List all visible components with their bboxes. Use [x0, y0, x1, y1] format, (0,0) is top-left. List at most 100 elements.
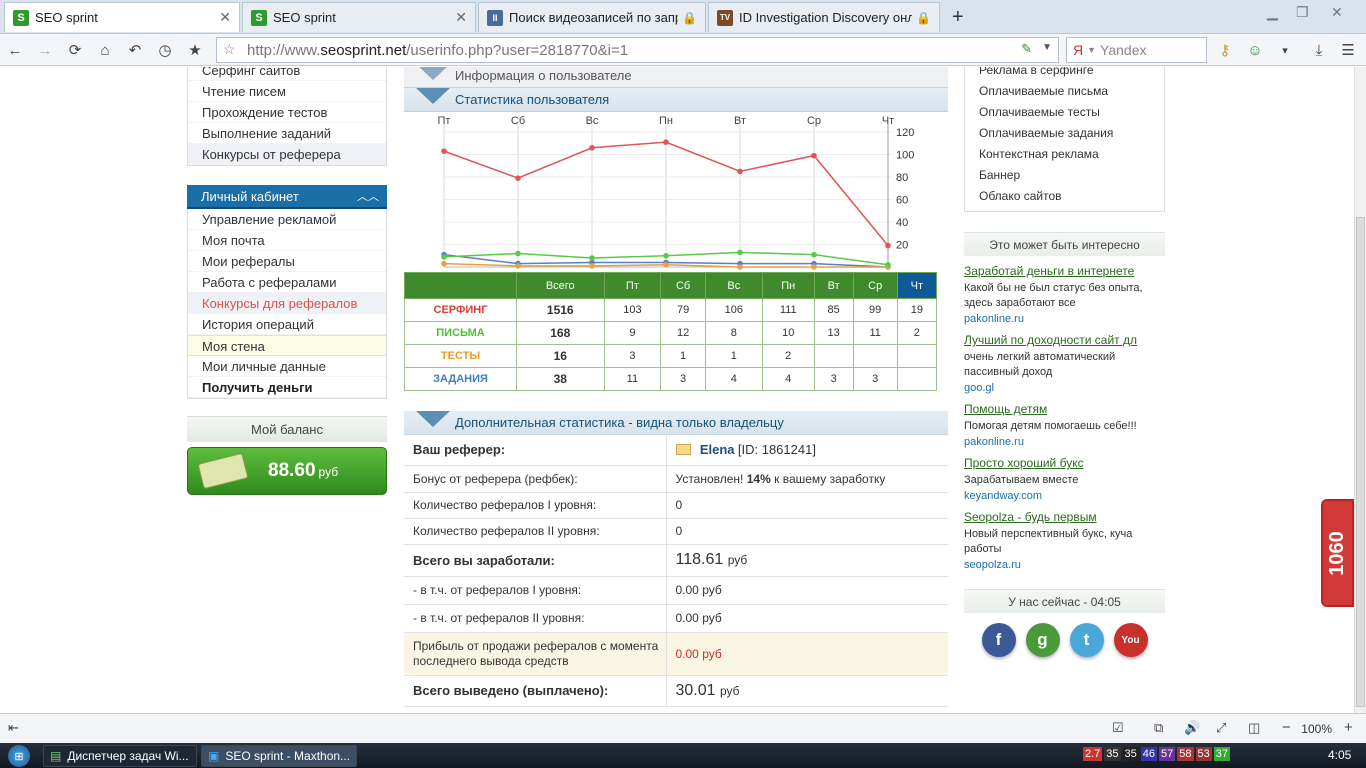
task-manager-icon: ▤: [50, 749, 62, 763]
cabinet-title: Личный кабинет: [201, 189, 299, 204]
tab-seo-sprint-1[interactable]: S SEO sprint ✕: [4, 2, 240, 32]
start-windows-icon[interactable]: ⊞: [8, 745, 30, 767]
reload-icon[interactable]: ⟳: [65, 40, 85, 60]
data-point: [441, 148, 447, 154]
ad-title-link[interactable]: Лучший по доходности сайт дл: [964, 333, 1165, 347]
ad-site[interactable]: pakonline.ru: [964, 436, 1165, 448]
ad-site[interactable]: goo.gl: [964, 382, 1165, 394]
ad-title-link[interactable]: Помощь детям: [964, 402, 1165, 416]
ad-title-link[interactable]: Seopolza - будь первым: [964, 510, 1165, 524]
tab-icon[interactable]: ⧉: [1154, 720, 1163, 736]
close-icon[interactable]: ✕: [455, 9, 467, 26]
favorites-star-icon[interactable]: ★: [185, 40, 205, 60]
scrollbar-thumb[interactable]: [1356, 217, 1365, 707]
navigation-bar: ← → ⟳ ⌂ ↶ ◷ ★ ☆ http://www.seosprint.net…: [0, 34, 1366, 66]
advertiser-menu-item[interactable]: Баннер: [965, 165, 1164, 186]
tray-indicator[interactable]: 35: [1104, 747, 1121, 761]
tray-indicator[interactable]: 57: [1159, 747, 1176, 761]
new-tab-icon[interactable]: +: [952, 6, 964, 29]
cabinet-header[interactable]: Личный кабинет ︿︿: [187, 185, 387, 209]
tab-id-investigation[interactable]: TV ID Investigation Discovery онла... 🔒: [708, 2, 940, 32]
taskbar-maxthon[interactable]: ▣ SEO sprint - Maxthon...: [201, 745, 357, 767]
home-icon[interactable]: ⌂: [95, 40, 115, 60]
undo-icon[interactable]: ↶: [125, 40, 145, 60]
advertiser-menu-item[interactable]: Оплачиваемые тесты: [965, 102, 1164, 123]
split-view-icon[interactable]: ◫: [1248, 720, 1260, 736]
search-input[interactable]: Я ▼ Yandex: [1066, 37, 1207, 63]
screenshot-icon[interactable]: ☑: [1112, 720, 1124, 736]
collapse-chevron-icon[interactable]: ︿︿: [357, 185, 379, 209]
key-icon[interactable]: ⚷: [1215, 40, 1235, 60]
work-menu-item[interactable]: Прохождение тестов: [188, 102, 386, 123]
cabinet-menu-item[interactable]: Управление рекламой: [188, 209, 386, 230]
advertiser-menu-item[interactable]: Контекстная реклама: [965, 144, 1164, 165]
cabinet-menu-item[interactable]: Моя почта: [188, 230, 386, 251]
stats-header-cell: Вт: [813, 272, 854, 299]
tray-indicator[interactable]: 53: [1195, 747, 1212, 761]
back-icon[interactable]: ←: [5, 40, 25, 60]
cabinet-menu-item[interactable]: Конкурсы для рефералов: [188, 293, 386, 314]
bookmark-star-icon[interactable]: ☆: [223, 41, 236, 58]
data-point: [589, 144, 595, 151]
zoom-level[interactable]: 100%: [1301, 722, 1332, 736]
sound-icon[interactable]: 🔊: [1184, 720, 1200, 736]
advertiser-menu-item[interactable]: Облако сайтов: [965, 186, 1164, 207]
work-menu-item[interactable]: Выполнение заданий: [188, 123, 386, 144]
twitter-icon[interactable]: t: [1069, 623, 1104, 657]
minimize-icon[interactable]: ▁: [1267, 4, 1278, 21]
plugin-icon[interactable]: ✎: [1021, 41, 1032, 57]
download-icon[interactable]: ⤓: [1309, 40, 1329, 60]
history-icon[interactable]: ◷: [155, 40, 175, 60]
advertiser-menu-item[interactable]: Оплачиваемые письма: [965, 81, 1164, 102]
menu-chevron-icon[interactable]: ▾: [1275, 40, 1295, 60]
balance-button[interactable]: 88.60 руб: [187, 447, 387, 495]
user-icon[interactable]: ☺: [1245, 40, 1265, 60]
tab-video-search[interactable]: II Поиск видеозаписей по запро... 🔒: [478, 2, 706, 32]
forward-icon[interactable]: →: [35, 40, 55, 60]
advertiser-menu-item[interactable]: Реклама в серфинге: [965, 67, 1164, 81]
ad-site[interactable]: keyandway.com: [964, 490, 1165, 502]
work-menu-item[interactable]: Конкурсы от реферера: [188, 144, 386, 165]
taskbar-task-manager[interactable]: ▤ Диспетчер задач Wi...: [43, 745, 197, 767]
youtube-icon[interactable]: You: [1113, 623, 1148, 657]
zoom-out-icon[interactable]: −: [1282, 719, 1291, 736]
cabinet-menu-item[interactable]: Мои личные данные: [188, 356, 386, 377]
referrer-name[interactable]: Elena: [700, 442, 735, 457]
work-menu-item[interactable]: Серфинг сайтов: [188, 67, 386, 81]
vertical-scrollbar[interactable]: [1354, 67, 1366, 713]
cabinet-menu-item[interactable]: Работа с рефералами: [188, 272, 386, 293]
tray-indicator[interactable]: 2.7: [1083, 747, 1103, 761]
cabinet-menu-item[interactable]: Получить деньги: [188, 377, 386, 398]
address-bar[interactable]: ☆ http://www.seosprint.net/userinfo.php?…: [216, 37, 1059, 63]
tab-seo-sprint-2[interactable]: S SEO sprint ✕: [242, 2, 476, 32]
counter-widget[interactable]: 1060: [1321, 499, 1354, 607]
ad-site[interactable]: seopolza.ru: [964, 559, 1165, 571]
tray-indicator[interactable]: 35: [1122, 747, 1139, 761]
envelope-icon[interactable]: [675, 444, 691, 456]
google-icon[interactable]: g: [1025, 623, 1060, 657]
close-icon[interactable]: ✕: [219, 9, 231, 26]
tray-indicator[interactable]: 46: [1140, 747, 1158, 761]
cabinet-menu-item[interactable]: История операций: [188, 314, 386, 335]
cabinet-menu-item[interactable]: Моя стена: [188, 335, 386, 356]
tray-indicator[interactable]: 58: [1177, 747, 1194, 761]
close-window-icon[interactable]: ✕: [1331, 4, 1343, 21]
yandex-icon: Я: [1073, 42, 1084, 58]
main-menu-icon[interactable]: ☰: [1338, 40, 1358, 60]
ad-site[interactable]: pakonline.ru: [964, 313, 1165, 325]
chevron-down-icon[interactable]: ▼: [1042, 42, 1052, 53]
sidebar-toggle-icon[interactable]: ⇤: [8, 720, 19, 736]
ad-title-link[interactable]: Заработай деньги в интернете: [964, 264, 1165, 278]
tray-indicator[interactable]: 37: [1213, 747, 1231, 761]
work-menu-item[interactable]: Чтение писем: [188, 81, 386, 102]
stats-header-row: Всего Пт Сб Вс Пн Вт Ср Чт: [404, 272, 938, 299]
cabinet-menu-item[interactable]: Мои рефералы: [188, 251, 386, 272]
ad-title-link[interactable]: Просто хороший букс: [964, 456, 1165, 470]
fullscreen-icon[interactable]: ⤢: [1216, 720, 1226, 736]
facebook-icon[interactable]: f: [981, 623, 1016, 657]
zoom-in-icon[interactable]: +: [1344, 719, 1353, 736]
data-point: [811, 264, 817, 270]
advertiser-menu-item[interactable]: Оплачиваемые задания: [965, 123, 1164, 144]
restore-icon[interactable]: ❐: [1296, 4, 1309, 21]
clock[interactable]: 4:05: [1328, 748, 1351, 762]
